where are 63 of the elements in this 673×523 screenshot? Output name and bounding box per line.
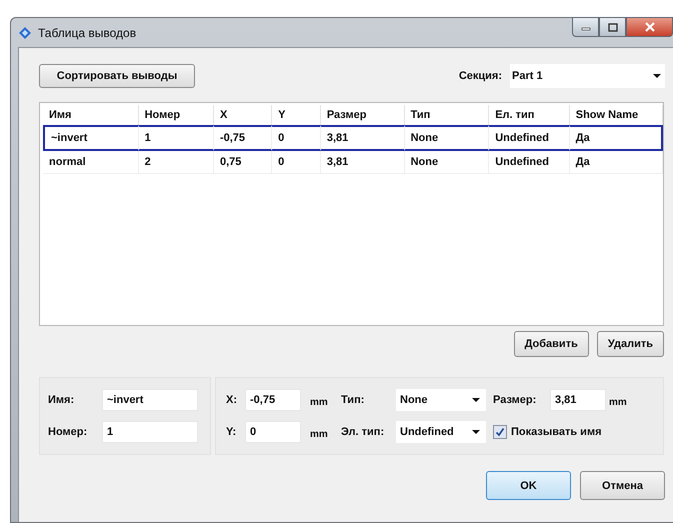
column-header[interactable]: Тип [404,105,490,125]
size-field[interactable]: 3,81 [550,389,606,411]
field-label: X: [226,394,238,406]
table-cell: 0 [272,125,321,151]
unit-label: mm [609,396,628,408]
ok-button[interactable]: OK [486,471,571,500]
checkbox-label: Показывать имя [511,426,602,438]
column-header[interactable]: Имя [43,105,139,125]
field-label: Эл. тип: [341,426,386,438]
field-label: Тип: [341,394,366,406]
y-field[interactable]: 0 [245,421,301,443]
table-cell: None [404,125,490,151]
table-row[interactable]: normal 2 0,75 0 3,81 None Undefined Да [43,151,663,174]
table-cell: None [404,151,490,174]
caret-icon [472,430,480,434]
table-row[interactable]: ~invert 1 -0,75 0 3,81 None Undefined Да [43,125,663,151]
table-cell: ~invert [43,125,139,151]
unit-label: mm [310,428,329,440]
x-field[interactable]: -0,75 [245,389,301,411]
field-label: Имя: [48,394,76,406]
maximize-icon [608,22,618,32]
table-cell: 3,81 [320,125,405,151]
table-cell: -0,75 [214,125,272,151]
name-field[interactable]: ~invert [102,389,198,411]
table-cell: 3,81 [320,151,405,174]
table-cell: Undefined [489,151,570,174]
table-cell: Undefined [489,125,570,151]
table-cell: normal [43,151,139,174]
column-header[interactable]: Y [272,105,321,125]
minimize-button[interactable] [572,17,599,37]
close-button[interactable] [626,17,673,37]
field-label: Размер: [493,394,538,406]
field-label: Номер: [48,426,88,438]
table-cell: 0,75 [214,151,272,174]
field-label: Y: [226,426,238,438]
caret-icon [472,398,480,402]
el-type-dropdown[interactable]: Undefined [396,421,486,443]
column-header[interactable]: Ел. тип [489,105,570,125]
delete-button[interactable]: Удалить [596,331,664,357]
table-cell: 1 [138,125,214,151]
window-title: Таблица выводов [38,26,136,40]
column-header[interactable]: X [214,105,272,125]
column-header[interactable]: Номер [138,105,214,125]
table-cell: Да [570,125,663,151]
maximize-button[interactable] [599,17,626,37]
close-icon [644,22,654,32]
diamond-icon [18,26,32,40]
caret-icon [653,74,661,78]
section-label: Секция: [458,70,502,82]
table-cell: Да [570,151,663,174]
add-button[interactable]: Добавить [514,331,589,357]
section-dropdown[interactable]: Part 1 [510,64,665,88]
check-icon [495,427,505,437]
column-header[interactable]: Show Name [570,105,663,125]
table-cell: 2 [138,151,214,174]
table-cell: 0 [272,151,321,174]
column-header[interactable]: Размер [320,105,405,125]
checkbox[interactable] [493,425,507,439]
sort-button[interactable]: Сортировать выводы [39,64,195,88]
type-dropdown[interactable]: None [396,389,486,411]
number-field[interactable]: 1 [102,421,198,443]
cancel-button[interactable]: Отмена [580,471,665,500]
unit-label: mm [310,396,329,408]
